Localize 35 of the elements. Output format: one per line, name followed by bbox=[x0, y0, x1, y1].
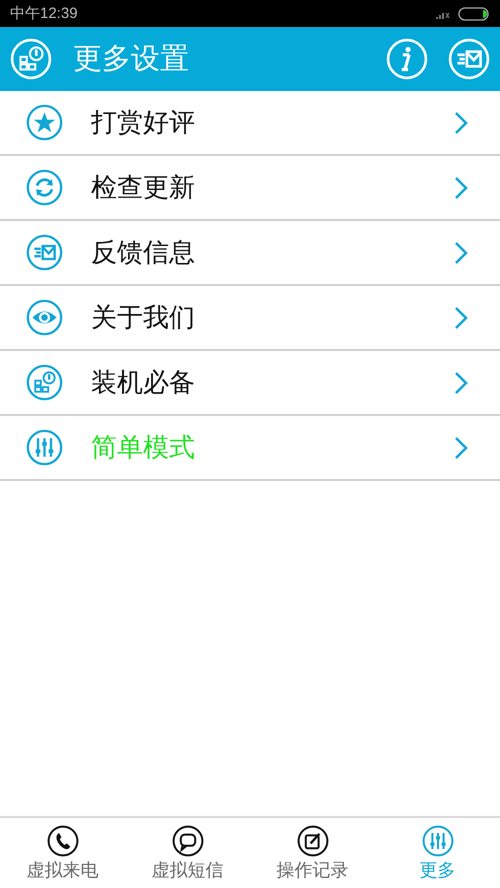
menu-label: 打赏好评 bbox=[91, 107, 196, 140]
chat-bubble-icon bbox=[172, 824, 204, 856]
tab[interactable]: 虚拟短信 bbox=[125, 818, 250, 888]
chevron-icon bbox=[454, 176, 468, 200]
page-title: 更多设置 bbox=[73, 40, 190, 77]
edit-icon bbox=[296, 824, 328, 856]
menu-label: 装机必备 bbox=[91, 367, 196, 400]
menu-item[interactable]: 装机必备 bbox=[0, 351, 500, 416]
menu-label: 简单模式 bbox=[91, 432, 196, 465]
chevron-icon bbox=[454, 110, 468, 134]
tab[interactable]: 操作记录 bbox=[250, 818, 375, 888]
menu-label: 关于我们 bbox=[91, 302, 196, 335]
phone-icon bbox=[46, 824, 78, 856]
menu-label: 反馈信息 bbox=[91, 237, 196, 270]
menu-label: 检查更新 bbox=[91, 172, 196, 205]
chevron-icon bbox=[454, 436, 468, 460]
sliders-icon bbox=[422, 824, 454, 856]
tab[interactable]: 虚拟来电 bbox=[0, 818, 125, 888]
menu-item[interactable]: 检查更新 bbox=[0, 156, 500, 221]
menu-item[interactable]: 反馈信息 bbox=[0, 221, 500, 286]
sliders-icon bbox=[26, 429, 63, 466]
chevron-icon bbox=[454, 240, 468, 264]
status-time: 中午12:39 bbox=[10, 4, 78, 23]
refresh-icon bbox=[26, 169, 63, 206]
battery-icon bbox=[458, 6, 490, 20]
chevron-icon bbox=[454, 306, 468, 330]
menu-item[interactable]: 打赏好评 bbox=[0, 91, 500, 156]
menu-item[interactable]: 关于我们 bbox=[0, 286, 500, 351]
apps-icon[interactable] bbox=[10, 38, 52, 80]
eye-icon bbox=[26, 299, 63, 336]
envelope-icon[interactable] bbox=[448, 38, 490, 80]
envelope-icon bbox=[26, 234, 63, 271]
apps-icon bbox=[26, 364, 63, 401]
info-icon[interactable] bbox=[386, 38, 428, 80]
chevron-icon bbox=[454, 370, 468, 394]
